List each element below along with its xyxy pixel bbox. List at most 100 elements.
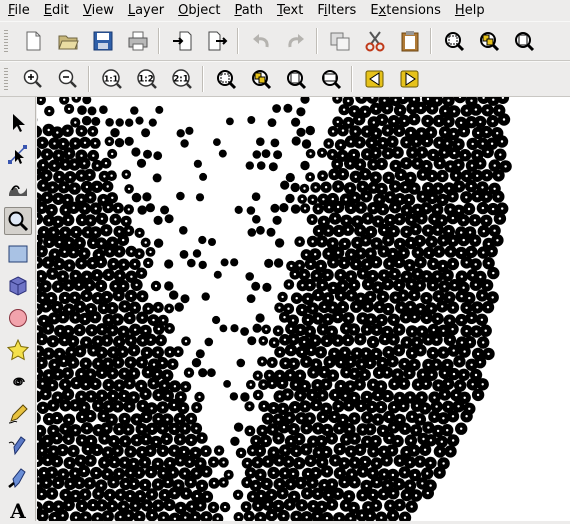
stipple-artwork [37, 97, 570, 521]
zoom-1-2-button[interactable]: 1:2 [134, 66, 160, 92]
stipple-dot-center [106, 427, 108, 429]
calligraphy-tool[interactable] [4, 464, 32, 492]
selector-tool[interactable] [4, 109, 32, 137]
stipple-dot-center [465, 307, 467, 309]
stipple-dot-center [438, 142, 440, 144]
stipple-dot-center [496, 132, 498, 134]
zoom-drawing-button[interactable] [476, 28, 502, 54]
zoom-selection-button-2[interactable] [213, 66, 239, 92]
stipple-dot [214, 271, 222, 279]
stipple-dot-center [437, 430, 439, 432]
menu-layer[interactable]: Layer [120, 0, 170, 21]
tweak-tool[interactable] [4, 173, 32, 201]
stipple-dot-center [146, 352, 148, 354]
zoom-tool[interactable] [4, 207, 32, 235]
stipple-dot-center [439, 162, 441, 164]
stipple-dot-center [129, 472, 131, 474]
menu-view[interactable]: View [75, 0, 120, 21]
stipple-dot-center [398, 130, 400, 132]
toolbar-grip[interactable] [4, 68, 8, 90]
zoom-in-button[interactable] [20, 66, 46, 92]
stipple-dot-center [427, 492, 429, 494]
ellipse-tool[interactable] [4, 304, 32, 332]
stipple-dot [269, 162, 278, 171]
redo-button[interactable] [283, 28, 309, 54]
stipple-dot-center [421, 330, 423, 332]
duplicate-button[interactable] [327, 28, 353, 54]
save-button[interactable] [90, 28, 116, 54]
stipple-dot-center [325, 186, 327, 188]
stipple-dot-center [66, 199, 68, 201]
stipple-dot-center [470, 317, 472, 319]
zoom-next-button[interactable] [397, 66, 423, 92]
box3d-tool[interactable] [4, 272, 32, 300]
stipple-dot-center [89, 459, 91, 461]
spiral-tool[interactable] [4, 368, 32, 396]
paste-button[interactable] [397, 28, 423, 54]
menu-file[interactable]: File [0, 0, 36, 21]
zoom-1-1-button[interactable]: 1:1 [99, 66, 125, 92]
stipple-dot [296, 128, 305, 137]
stipple-dot-center [391, 449, 393, 451]
toolbar-grip[interactable] [4, 30, 8, 52]
stipple-dot-center [400, 306, 402, 308]
print-button[interactable] [125, 28, 151, 54]
stipple-dot-center [41, 142, 43, 144]
drawing-canvas[interactable] [37, 97, 570, 521]
zoom-2-1-button[interactable]: 2:1 [169, 66, 195, 92]
stipple-dot-center [404, 517, 406, 519]
stipple-dot-center [212, 461, 214, 463]
stipple-dot [375, 512, 387, 522]
stipple-dot [399, 512, 411, 522]
pencil-tool[interactable] [4, 400, 32, 428]
star-tool[interactable] [4, 336, 32, 364]
stipple-dot-center [140, 385, 142, 387]
zoom-1-1-icon: 1:1 [101, 68, 123, 90]
zoom-page-width-button[interactable] [318, 66, 344, 92]
stipple-dot-center [384, 338, 386, 340]
stipple-dot-center [386, 107, 388, 109]
stipple-dot-center [177, 484, 179, 486]
rectangle-tool[interactable] [4, 240, 32, 268]
stipple-dot [207, 368, 216, 377]
zoom-page-button[interactable] [511, 28, 537, 54]
stipple-dot-center [334, 217, 336, 219]
zoom-page-button-2[interactable] [283, 66, 309, 92]
new-document-button[interactable] [20, 28, 46, 54]
stipple-dot-center [118, 230, 120, 232]
menu-filters[interactable]: Filters [309, 0, 362, 21]
stipple-dot-center [141, 317, 143, 319]
stipple-dot-center [138, 253, 140, 255]
text-tool[interactable]: A [4, 496, 32, 524]
stipple-dot [125, 137, 134, 146]
stipple-dot-center [461, 275, 463, 277]
stipple-dot [82, 116, 92, 126]
cut-button[interactable] [362, 28, 388, 54]
rectangle-tool-icon [7, 243, 29, 265]
menu-extensions[interactable]: Extensions [362, 0, 447, 21]
menu-path[interactable]: Path [226, 0, 269, 21]
stipple-dot-center [398, 284, 400, 286]
menu-edit[interactable]: Edit [36, 0, 75, 21]
zoom-out-button[interactable] [55, 66, 81, 92]
menu-object[interactable]: Object [170, 0, 226, 21]
import-button[interactable] [169, 28, 195, 54]
stipple-dot-center [375, 353, 377, 355]
stipple-dot-center [349, 187, 351, 189]
node-tool[interactable] [4, 141, 32, 169]
menu-help[interactable]: Help [447, 0, 491, 21]
stipple-dot-center [270, 494, 272, 496]
menu-text[interactable]: Text [269, 0, 309, 21]
zoom-previous-button[interactable] [362, 66, 388, 92]
stipple-dot-center [183, 451, 185, 453]
pen-tool[interactable] [4, 432, 32, 460]
zoom-selection-button[interactable] [441, 28, 467, 54]
open-button[interactable] [55, 28, 81, 54]
export-button[interactable] [204, 28, 230, 54]
stipple-dot-center [96, 274, 98, 276]
stipple-dot-center [323, 371, 325, 373]
undo-button[interactable] [248, 28, 274, 54]
stipple-dot-center [425, 207, 427, 209]
stipple-dot-center [372, 341, 374, 343]
zoom-drawing-button-2[interactable] [248, 66, 274, 92]
